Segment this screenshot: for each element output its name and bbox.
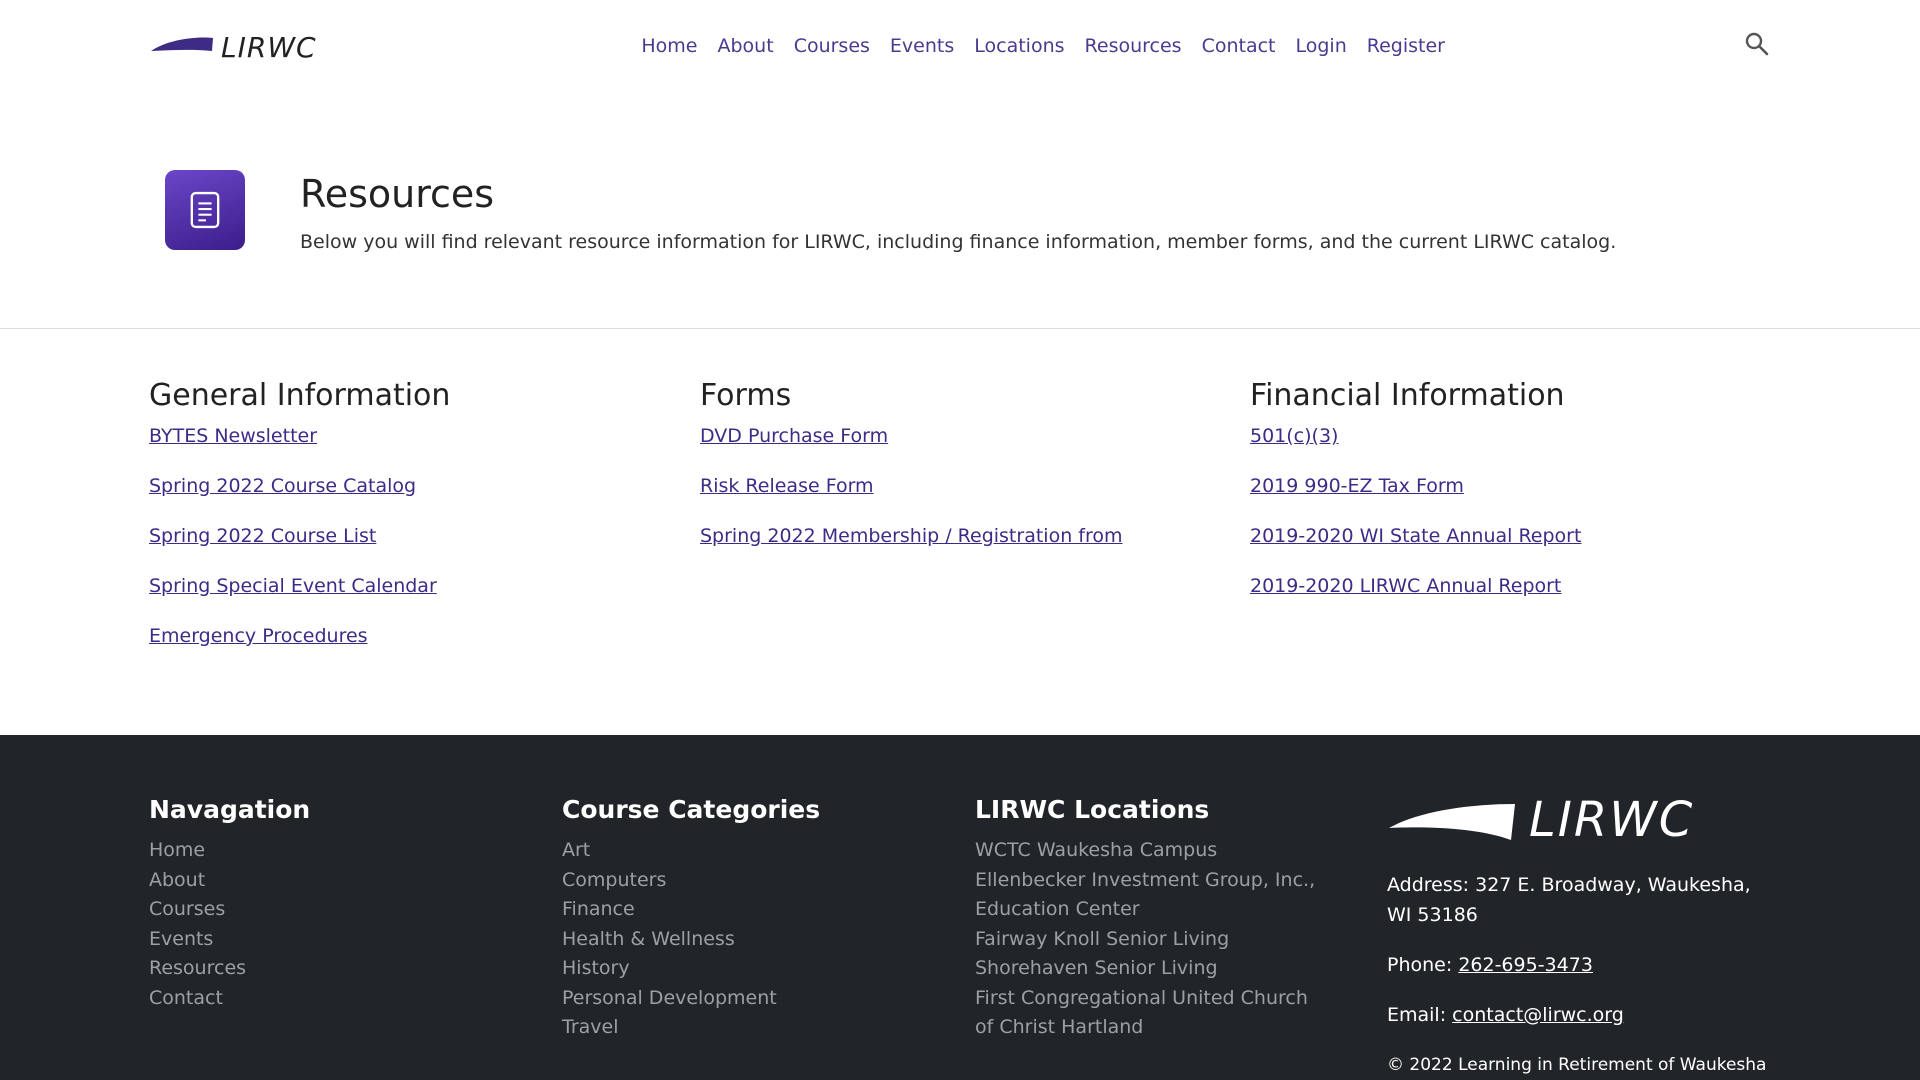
link-wi-state-annual-report[interactable]: 2019-2020 WI State Annual Report xyxy=(1250,525,1581,547)
footer-nav-resources[interactable]: Resources xyxy=(149,954,310,984)
footer-nav-home[interactable]: Home xyxy=(149,836,310,866)
footer-nav-contact[interactable]: Contact xyxy=(149,984,310,1014)
phone-link[interactable]: 262-695-3473 xyxy=(1458,954,1593,976)
footer-address: Address: 327 E. Broadway, Waukesha, WI 5… xyxy=(1387,870,1777,930)
section-title: Forms xyxy=(700,378,792,413)
link-course-catalog[interactable]: Spring 2022 Course Catalog xyxy=(149,475,416,497)
category-travel[interactable]: Travel xyxy=(562,1013,820,1043)
address-label: Address: xyxy=(1387,874,1470,896)
nav-events[interactable]: Events xyxy=(890,35,954,57)
category-finance[interactable]: Finance xyxy=(562,895,820,925)
section-title: General Information xyxy=(149,378,451,413)
location-wctc[interactable]: WCTC Waukesha Campus xyxy=(975,836,1325,866)
footer-locations: LIRWC Locations WCTC Waukesha Campus Ell… xyxy=(975,795,1325,1043)
link-risk-release-form[interactable]: Risk Release Form xyxy=(700,475,874,497)
financial-information-section: Financial Information 501(c)(3) 2019 990… xyxy=(1250,378,1770,625)
footer-logo-text: LIRWC xyxy=(1529,792,1695,848)
nav-register[interactable]: Register xyxy=(1367,35,1445,57)
main-nav: Home About Courses Events Locations Reso… xyxy=(621,30,1445,62)
link-emergency-procedures[interactable]: Emergency Procedures xyxy=(149,625,368,647)
search-icon xyxy=(1745,32,1769,56)
footer-contact-info: Address: 327 E. Broadway, Waukesha, WI 5… xyxy=(1387,870,1777,1050)
nav-home[interactable]: Home xyxy=(641,35,697,57)
link-501c3[interactable]: 501(c)(3) xyxy=(1250,425,1338,447)
email-link[interactable]: contact@lirwc.org xyxy=(1452,1004,1624,1026)
link-membership-registration[interactable]: Spring 2022 Membership / Registration fr… xyxy=(700,525,1123,547)
resource-sections: General Information BYTES Newsletter Spr… xyxy=(0,330,1920,735)
location-shorehaven[interactable]: Shorehaven Senior Living xyxy=(975,954,1325,984)
nav-contact[interactable]: Contact xyxy=(1202,35,1276,57)
nav-about[interactable]: About xyxy=(718,35,774,57)
nav-resources[interactable]: Resources xyxy=(1085,35,1182,57)
category-art[interactable]: Art xyxy=(562,836,820,866)
logo-text: LIRWC xyxy=(221,30,317,64)
footer-nav-events[interactable]: Events xyxy=(149,925,310,955)
footer-course-categories: Course Categories Art Computers Finance … xyxy=(562,795,820,1043)
footer-copyright: © 2022 Learning in Retirement of Waukesh… xyxy=(1387,1055,1767,1075)
footer-nav-courses[interactable]: Courses xyxy=(149,895,310,925)
location-ellenbecker[interactable]: Ellenbecker Investment Group, Inc., Educ… xyxy=(975,866,1325,925)
site-logo[interactable]: LIRWC xyxy=(149,30,341,64)
link-event-calendar[interactable]: Spring Special Event Calendar xyxy=(149,575,437,597)
link-dvd-purchase-form[interactable]: DVD Purchase Form xyxy=(700,425,888,447)
link-course-list[interactable]: Spring 2022 Course List xyxy=(149,525,376,547)
footer-categories-title: Course Categories xyxy=(562,795,821,824)
page-title: Resources xyxy=(300,172,495,216)
footer-email: Email: contact@lirwc.org xyxy=(1387,1000,1777,1030)
document-icon-tile xyxy=(165,170,245,250)
footer-nav-about[interactable]: About xyxy=(149,866,310,896)
link-lirwc-annual-report[interactable]: 2019-2020 LIRWC Annual Report xyxy=(1250,575,1561,597)
phone-label: Phone: xyxy=(1387,954,1453,976)
footer-logo-swoosh-icon xyxy=(1389,804,1515,840)
footer-nav-title: Navagation xyxy=(149,795,311,824)
link-bytes-newsletter[interactable]: BYTES Newsletter xyxy=(149,425,317,447)
section-title: Financial Information xyxy=(1250,378,1565,413)
link-990ez-tax-form[interactable]: 2019 990-EZ Tax Form xyxy=(1250,475,1464,497)
site-footer: Navagation Home About Courses Events Res… xyxy=(0,735,1920,1080)
page-hero: Resources Below you will find relevant r… xyxy=(0,92,1920,329)
nav-login[interactable]: Login xyxy=(1296,35,1347,57)
footer-phone: Phone: 262-695-3473 xyxy=(1387,950,1777,980)
location-fairway-knoll[interactable]: Fairway Knoll Senior Living xyxy=(975,925,1325,955)
footer-logo: LIRWC xyxy=(1387,792,1770,848)
category-history[interactable]: History xyxy=(562,954,820,984)
footer-locations-title: LIRWC Locations xyxy=(975,795,1210,824)
logo-swoosh-icon xyxy=(151,37,213,51)
nav-locations[interactable]: Locations xyxy=(974,35,1064,57)
forms-section: Forms DVD Purchase Form Risk Release For… xyxy=(700,378,1220,575)
category-computers[interactable]: Computers xyxy=(562,866,820,896)
page-description: Below you will find relevant resource in… xyxy=(300,231,1617,253)
search-button[interactable] xyxy=(1743,30,1771,58)
site-header: LIRWC Home About Courses Events Location… xyxy=(0,0,1920,92)
email-label: Email: xyxy=(1387,1004,1447,1026)
nav-courses[interactable]: Courses xyxy=(794,35,870,57)
general-information-section: General Information BYTES Newsletter Spr… xyxy=(149,378,669,675)
footer-navigation: Navagation Home About Courses Events Res… xyxy=(149,795,310,1013)
document-icon xyxy=(190,191,220,229)
category-health-wellness[interactable]: Health & Wellness xyxy=(562,925,820,955)
category-personal-development[interactable]: Personal Development xyxy=(562,984,820,1014)
location-first-congregational[interactable]: First Congregational United Church of Ch… xyxy=(975,984,1325,1043)
